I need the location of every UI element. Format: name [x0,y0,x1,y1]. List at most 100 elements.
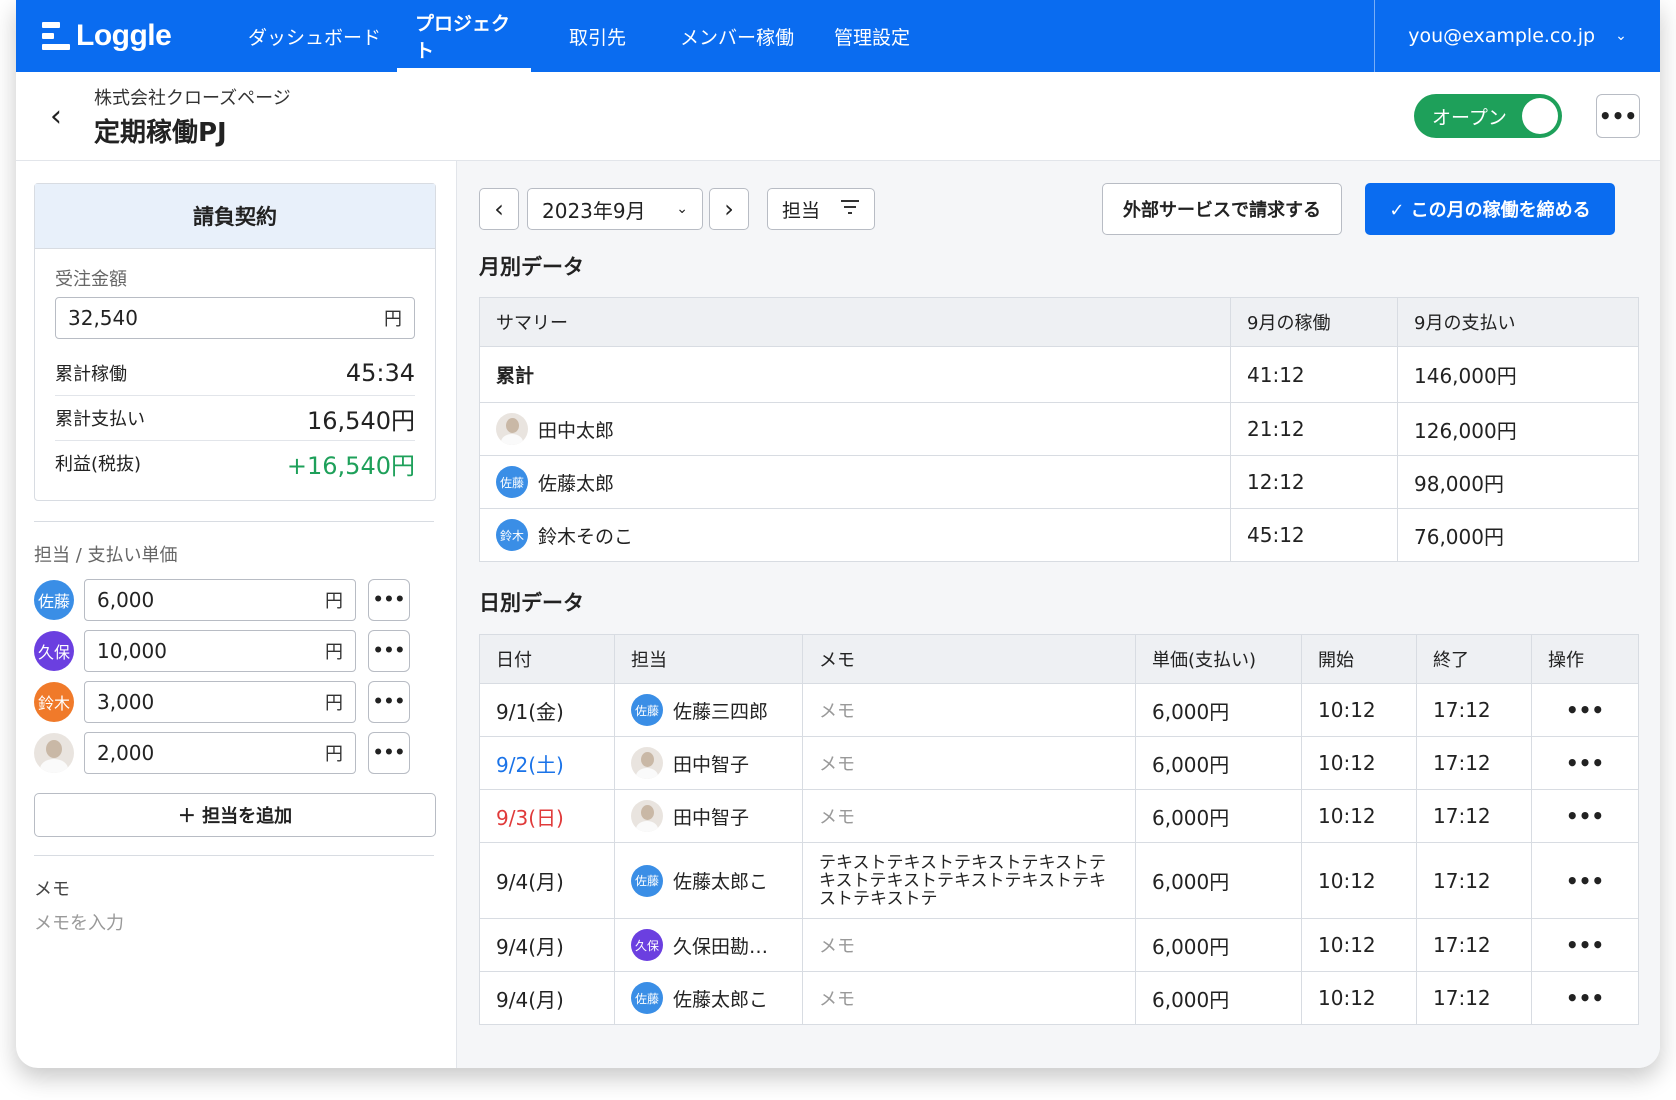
daily-row[interactable]: 9/4(月) 久保 久保田勘… メモ 6,000円 10:12 17:12 ••• [479,918,1639,972]
memo-label: メモ [34,879,70,900]
rate-value: 2,000 [97,741,155,765]
member-name-block: 田中太郎 [496,413,1214,445]
stat-label: 累計稼働 [55,364,127,385]
assignee-cell: 田中智子 [614,736,803,790]
end-time-cell: 17:12 [1416,683,1532,737]
total-hours: 41:12 [1230,346,1398,403]
memo-cell[interactable]: メモ [802,971,1136,1025]
nav-projects[interactable]: プロジェクト [397,0,532,72]
close-month-button[interactable]: ✓ この月の稼働を締める [1365,183,1615,235]
member-payment: 126,000円 [1397,402,1639,456]
member-name: 佐藤太郎 [538,472,615,495]
row-actions-button[interactable]: ••• [1531,971,1639,1025]
rate-more-button[interactable]: ••• [368,732,410,774]
logo[interactable]: Loggle [42,19,222,53]
column-header: 単価(支払い) [1135,634,1302,684]
status-toggle[interactable]: オープン [1414,94,1562,138]
end-time-cell: 17:12 [1416,736,1532,790]
daily-row[interactable]: 9/4(月) 佐藤 佐藤太郎こ テキストテキストテキストテキストテキストテキストテキス… [479,842,1639,919]
assignee-block: 佐藤 佐藤太郎こ [631,982,786,1014]
row-actions-button[interactable]: ••• [1531,918,1639,972]
end-time-cell: 17:12 [1416,842,1532,919]
member-name-block: 佐藤 佐藤太郎 [496,466,1214,498]
memo-cell[interactable]: メモ [802,683,1136,737]
stat-label: 累計支払い [55,409,145,430]
add-assignee-button[interactable]: ＋ 担当を追加 [34,793,436,837]
month-select-value: 2023年9月 [542,198,646,223]
yen-unit: 円 [325,744,343,765]
assignee-cell: 佐藤 佐藤太郎こ [614,971,803,1025]
more-options-button[interactable]: ••• [1596,94,1640,138]
nav-clients[interactable]: 取引先 [551,0,644,72]
rate-input[interactable]: 6,000 円 [84,579,356,621]
stat-value: 45:34 [345,359,415,387]
chevron-down-icon: ⌄ [676,201,688,217]
page-title-block: 株式会社クローズページ 定期稼働PJ [94,84,291,149]
memo-cell[interactable]: メモ [802,918,1136,972]
monthly-member-row: 佐藤 佐藤太郎 12:12 98,000円 [479,455,1639,509]
start-time-cell: 10:12 [1301,918,1417,972]
row-actions-button[interactable]: ••• [1531,842,1639,919]
month-select[interactable]: 2023年9月 ⌄ [527,188,703,230]
external-billing-button[interactable]: 外部サービスで請求する [1102,183,1342,235]
start-time-cell: 10:12 [1301,736,1417,790]
rate-more-button[interactable]: ••• [368,579,410,621]
avatar: 久保 [631,929,663,961]
start-time-cell: 10:12 [1301,842,1417,919]
member-hours: 12:12 [1230,455,1398,509]
memo-cell[interactable]: メモ [802,789,1136,843]
rate-input[interactable]: 2,000 円 [84,732,356,774]
memo-input[interactable]: メモを入力 [34,909,124,935]
nav-member-activity[interactable]: メンバー稼働 [662,0,812,72]
total-payment: 146,000円 [1397,346,1639,403]
rate-more-button[interactable]: ••• [368,681,410,723]
date-cell: 9/1(金) [479,683,615,737]
rate-more-button[interactable]: ••• [368,630,410,672]
assignee-cell: 佐藤 佐藤太郎こ [614,842,803,919]
row-actions-button[interactable]: ••• [1531,736,1639,790]
row-actions-button[interactable]: ••• [1531,683,1639,737]
daily-row[interactable]: 9/1(金) 佐藤 佐藤三四郎 メモ 6,000円 10:12 17:12 ••• [479,683,1639,737]
user-menu[interactable]: you@example.co.jp ⌄ [1374,0,1660,72]
stat-row-total-payment: 累計支払い 16,540円 [55,396,415,441]
contract-card: 請負契約 受注金額 32,540 円 累計稼働 45:34 累計支払い 16,5… [34,183,436,501]
next-month-button[interactable]: › [709,188,749,230]
right-panel: ‹ 2023年9月 ⌄ › 担当 外部サービスで請求する ✓ この月の稼働を締め… [457,161,1660,1068]
member-payment: 98,000円 [1397,455,1639,509]
stat-value-profit: +16,540円 [286,451,415,480]
top-navigation: Loggle ダッシュボード プロジェクト 取引先 メンバー稼働 管理設定 yo… [16,0,1660,72]
memo-cell[interactable]: テキストテキストテキストテキストテキストテキストテキストテキストテキストテキスト… [802,842,1136,919]
column-header: 日付 [479,634,615,684]
member-name: 田中太郎 [538,419,615,442]
start-time-cell: 10:12 [1301,683,1417,737]
nav-admin-settings[interactable]: 管理設定 [816,0,928,72]
row-actions-button[interactable]: ••• [1531,789,1639,843]
back-arrow-icon[interactable]: ‹ [36,99,76,134]
nav-dashboard[interactable]: ダッシュボード [232,0,397,72]
avatar-photo [631,800,663,832]
column-header: 操作 [1531,634,1639,684]
memo-cell[interactable]: メモ [802,736,1136,790]
column-header: 担当 [614,634,803,684]
divider [34,855,434,856]
rate-input[interactable]: 3,000 円 [84,681,356,723]
logo-text: Loggle [76,19,172,52]
avatar: 佐藤 [34,580,74,620]
daily-row[interactable]: 9/2(土) 田中智子 メモ 6,000円 10:12 17:12 ••• [479,736,1639,790]
assignee-filter-button[interactable]: 担当 [767,188,875,230]
member-cell: 鈴木 鈴木そのこ [479,508,1231,562]
rate-cell: 6,000円 [1135,789,1302,843]
toggle-knob [1522,98,1558,134]
daily-row[interactable]: 9/3(日) 田中智子 メモ 6,000円 10:12 17:12 ••• [479,789,1639,843]
logo-icon [42,22,70,50]
order-amount-input[interactable]: 32,540 円 [55,297,415,339]
rate-cell: 6,000円 [1135,971,1302,1025]
rate-input[interactable]: 10,000 円 [84,630,356,672]
page-body: 請負契約 受注金額 32,540 円 累計稼働 45:34 累計支払い 16,5… [16,161,1660,1068]
prev-month-button[interactable]: ‹ [479,188,519,230]
monthly-table: サマリー 9月の稼働 9月の支払い 累計 41:12 146,000円 田中太郎… [479,297,1639,562]
date-cell: 9/4(月) [479,842,615,919]
rate-value: 6,000 [97,588,155,612]
daily-row[interactable]: 9/4(月) 佐藤 佐藤太郎こ メモ 6,000円 10:12 17:12 ••• [479,971,1639,1025]
yen-unit: 円 [325,642,343,663]
